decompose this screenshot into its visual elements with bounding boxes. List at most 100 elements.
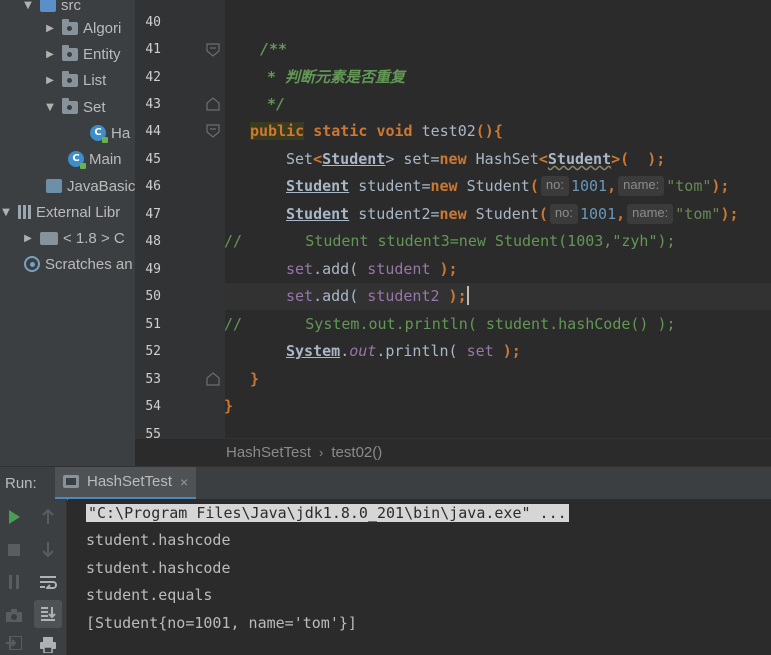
code-line-51[interactable]: // System.out.println( student.hashCode(…	[224, 311, 676, 338]
line-number: 45	[145, 152, 161, 167]
code-line-43[interactable]: */	[267, 91, 285, 118]
snapshot-button[interactable]	[2, 603, 26, 627]
punctuation: );	[720, 205, 739, 223]
stop-button[interactable]	[2, 538, 26, 562]
string-literal: "tom"	[666, 177, 712, 195]
line-number: 49	[145, 262, 161, 277]
code-line-49[interactable]: set.add( student );	[286, 256, 458, 283]
console-command: "C:\Program Files\Java\jdk1.8.0_201\bin\…	[86, 504, 569, 522]
code-line-54[interactable]: }	[224, 393, 233, 420]
chevron-down-icon[interactable]: ▼	[44, 102, 56, 113]
code-editor[interactable]: 40 41 42 43 44 45 46 47 48 49 50 51 52 5…	[135, 0, 771, 438]
package-folder-icon	[62, 44, 78, 61]
fold-close-icon[interactable]	[206, 372, 220, 386]
console-output[interactable]: "C:\Program Files\Java\jdk1.8.0_201\bin\…	[68, 499, 771, 655]
code-line-41[interactable]: /**	[260, 36, 287, 63]
scroll-to-end-button[interactable]	[34, 600, 62, 628]
code-line-42[interactable]: * 判断元素是否重复	[267, 64, 405, 91]
code-line-52[interactable]: System.out.println( set );	[286, 338, 521, 365]
scroll-down-button[interactable]	[36, 538, 60, 562]
parameter-hint: no:	[549, 204, 578, 224]
tree-node-jdk[interactable]: ▶ < 1.8 > C	[0, 225, 135, 251]
fold-open-icon[interactable]	[206, 43, 220, 57]
tree-node-set[interactable]: ▼ Set	[0, 94, 135, 120]
source-folder-icon	[40, 0, 56, 12]
tree-node-scratches[interactable]: Scratches an	[0, 251, 135, 277]
type-name: Student	[286, 177, 350, 195]
line-number: 47	[145, 207, 161, 222]
keyword: void	[376, 122, 413, 140]
tree-node-label: Set	[83, 98, 106, 116]
run-config-icon	[63, 475, 79, 488]
line-number: 46	[145, 179, 161, 194]
keyword: static	[313, 122, 368, 140]
pause-button[interactable]	[2, 570, 26, 594]
wrap-icon	[40, 576, 57, 589]
chevron-right-icon[interactable]: ▶	[44, 49, 56, 60]
console-line: student.equals	[86, 586, 213, 604]
code-line-48[interactable]: // Student student3=new Student(1003,"zy…	[224, 228, 676, 255]
exit-icon	[6, 636, 22, 650]
tree-node-external-libraries[interactable]: ▼ External Libr	[0, 199, 135, 225]
line-number: 42	[145, 70, 161, 85]
scroll-to-end-icon	[41, 607, 56, 621]
rerun-button[interactable]	[2, 505, 26, 529]
chevron-down-icon[interactable]: ▼	[22, 0, 34, 11]
tree-node-label: Entity	[83, 45, 121, 63]
tree-node-label: JavaBasic	[67, 177, 135, 195]
tree-node-hashsettest[interactable]: C Ha	[0, 120, 135, 146]
chevron-right-icon[interactable]: ▶	[22, 233, 34, 244]
tree-node-algori[interactable]: ▶ Algori	[0, 15, 135, 41]
code-text: HashSet	[466, 150, 539, 168]
fold-close-icon[interactable]	[206, 97, 220, 111]
punctuation: );	[711, 177, 730, 195]
line-number: 40	[145, 15, 161, 30]
editor-gutter[interactable]: 40 41 42 43 44 45 46 47 48 49 50 51 52 5…	[135, 0, 225, 438]
code-line-44[interactable]: public static void test02(){	[250, 118, 503, 145]
print-button[interactable]	[36, 633, 60, 655]
chevron-right-icon[interactable]: ▶	[44, 75, 56, 86]
code-line-46[interactable]: Student student=new Student(no: 1001, name…	[286, 173, 729, 200]
library-icon	[18, 205, 31, 219]
doc-comment: /**	[260, 40, 288, 58]
code-text: student=	[349, 177, 431, 195]
java-class-icon: C	[68, 151, 86, 169]
exit-button[interactable]	[2, 631, 26, 655]
run-tab-hashsettest[interactable]: HashSetTest ×	[55, 466, 197, 500]
punctuation: )	[439, 287, 458, 305]
code-line-45[interactable]: Set<Student> set=new HashSet<Student>( )…	[286, 146, 665, 173]
variable: set	[286, 287, 314, 305]
code-line-50[interactable]: set.add( student2 );	[286, 283, 469, 310]
breadcrumb-class[interactable]: HashSetTest	[226, 444, 311, 461]
soft-wrap-button[interactable]	[36, 570, 60, 594]
punctuation: <	[313, 150, 323, 168]
line-number: 52	[145, 344, 161, 359]
tree-node-label: Ha	[111, 124, 131, 142]
closing-brace: }	[250, 370, 260, 388]
code-text: .add(	[313, 260, 368, 278]
scroll-up-button[interactable]	[36, 505, 60, 529]
console-line: "C:\Program Files\Java\jdk1.8.0_201\bin\…	[86, 500, 569, 527]
scratches-icon	[24, 256, 40, 272]
line-number: 51	[145, 317, 161, 332]
tree-node-javabasic[interactable]: JavaBasic	[0, 173, 135, 199]
tree-node-entity[interactable]: ▶ Entity	[0, 41, 135, 67]
package-folder-icon	[62, 97, 78, 114]
console-line: [Student{no=1001, name='tom'}]	[86, 614, 357, 632]
keyword: new	[430, 177, 458, 195]
run-label: Run:	[5, 474, 37, 492]
line-number: 48	[145, 234, 161, 249]
line-number: 53	[145, 372, 161, 387]
breadcrumb-method[interactable]: test02()	[331, 444, 382, 461]
code-line-47[interactable]: Student student2=new Student(no: 1001, nam…	[286, 201, 739, 228]
code-line-53[interactable]: }	[250, 366, 259, 393]
play-icon	[9, 510, 20, 524]
tree-node-main[interactable]: C Main	[0, 146, 135, 172]
close-icon[interactable]: ×	[180, 474, 188, 490]
chevron-down-icon[interactable]: ▼	[0, 207, 12, 218]
fold-open-icon[interactable]	[206, 124, 220, 138]
chevron-right-icon[interactable]: ▶	[44, 23, 56, 34]
tree-node-list[interactable]: ▶ List	[0, 67, 135, 93]
type-name: Student	[547, 150, 612, 168]
package-folder-icon	[62, 18, 78, 35]
